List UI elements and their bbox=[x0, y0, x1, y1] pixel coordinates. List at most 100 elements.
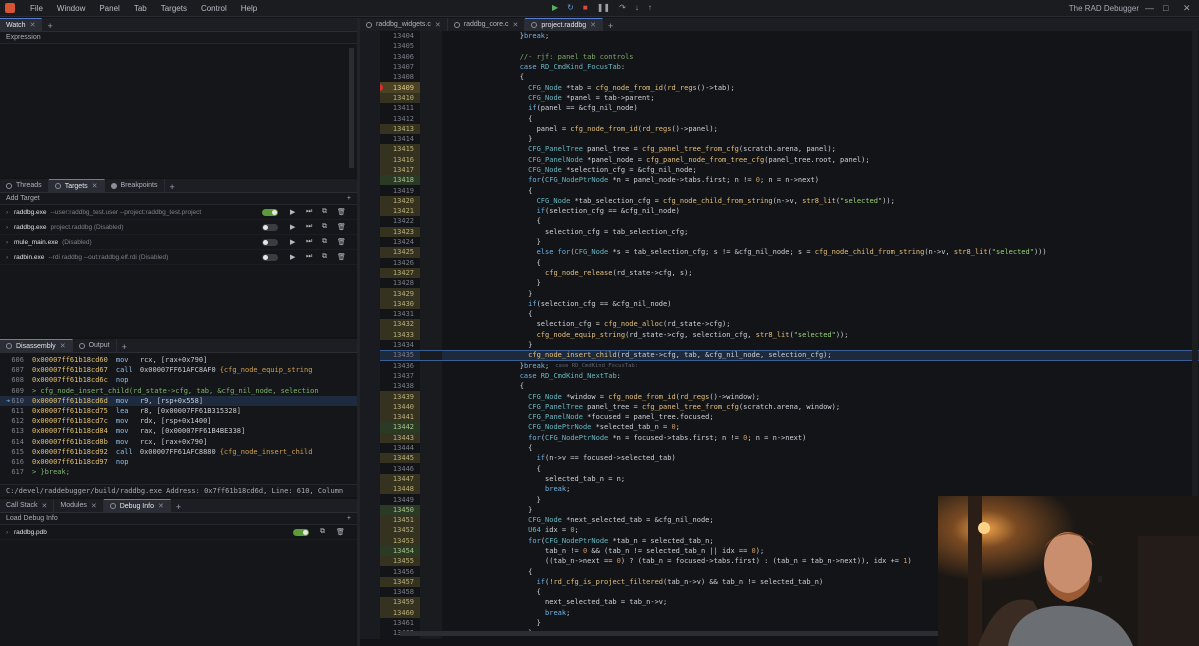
tab-watch[interactable]: Watch ✕ bbox=[0, 18, 43, 31]
trash-icon[interactable]: 🗑 bbox=[337, 223, 346, 231]
launch-icon[interactable]: ▶ bbox=[290, 208, 295, 216]
add-tab-icon[interactable]: + bbox=[165, 182, 180, 192]
launch-icon[interactable]: ▶ bbox=[290, 253, 295, 261]
add-tab-icon[interactable]: + bbox=[171, 502, 186, 512]
code-line[interactable]: 13440 CFG_PanelTree panel_tree = cfg_pan… bbox=[360, 401, 1199, 412]
menu-help[interactable]: Help bbox=[234, 4, 264, 13]
debug-info-item[interactable]: › raddbg.pdb ⧉ 🗑 bbox=[0, 525, 357, 540]
code-line[interactable]: 13432 selection_cfg = cfg_node_alloc(rd_… bbox=[360, 319, 1199, 330]
tab-breakpoints[interactable]: Breakpoints bbox=[104, 179, 165, 192]
menu-panel[interactable]: Panel bbox=[92, 4, 126, 13]
copy-icon[interactable]: ⧉ bbox=[322, 238, 327, 246]
enable-toggle[interactable] bbox=[262, 209, 278, 216]
code-line[interactable]: 13426 { bbox=[360, 257, 1199, 268]
target-item[interactable]: › raddbg.exe project.raddbg (Disabled) ▶… bbox=[0, 220, 357, 235]
disassembly-row[interactable]: 613 0x00007ff61b18cd84 mov rax, [0x00007F… bbox=[0, 426, 357, 436]
chevron-right-icon[interactable]: › bbox=[6, 224, 14, 231]
close-window-icon[interactable]: ✕ bbox=[1183, 3, 1191, 14]
code-line[interactable]: 13438 { bbox=[360, 381, 1199, 392]
disassembly-row[interactable]: 611 0x00007ff61b18cd75 lea r8, [0x00007FF… bbox=[0, 406, 357, 416]
close-icon[interactable]: ✕ bbox=[590, 21, 596, 29]
code-line[interactable]: ➔13435 cfg_node_insert_child(rd_state->c… bbox=[360, 350, 1199, 361]
watch-scrollbar[interactable] bbox=[349, 48, 354, 168]
add-tab-icon[interactable]: + bbox=[603, 21, 618, 31]
run-icon[interactable]: ▶ bbox=[552, 3, 558, 12]
code-line[interactable]: 13417 CFG_Node *selection_cfg = &cfg_nil… bbox=[360, 164, 1199, 176]
chevron-right-icon[interactable]: › bbox=[6, 239, 14, 246]
disassembly-row[interactable]: ➔ 610 0x00007ff61b18cd6d mov r9, [rsp+0x55… bbox=[0, 395, 357, 406]
code-line[interactable]: 13433 cfg_node_equip_string(rd_state->cf… bbox=[360, 329, 1199, 340]
minimize-icon[interactable]: — bbox=[1145, 3, 1154, 13]
code-line[interactable]: 13444 { bbox=[360, 442, 1199, 454]
tab-call-stack[interactable]: Call Stack ✕ bbox=[0, 499, 55, 512]
disassembly-row[interactable]: 615 0x00007ff61b18cd92 call 0x00007FF61AF… bbox=[0, 447, 357, 457]
close-icon[interactable]: ✕ bbox=[435, 21, 441, 29]
code-line[interactable]: 13439 CFG_Node *window = cfg_node_from_i… bbox=[360, 391, 1199, 402]
enable-toggle[interactable] bbox=[262, 254, 278, 261]
enable-toggle[interactable] bbox=[262, 239, 278, 246]
copy-icon[interactable]: ⧉ bbox=[322, 253, 327, 261]
code-line[interactable]: 13405 bbox=[360, 41, 1199, 52]
code-line[interactable]: 13420 CFG_Node *tab_selection_cfg = cfg_… bbox=[360, 195, 1199, 207]
plus-icon[interactable]: + bbox=[347, 515, 351, 522]
menu-control[interactable]: Control bbox=[194, 4, 234, 13]
code-line[interactable]: 13431 { bbox=[360, 309, 1199, 320]
pause-icon[interactable]: ❚❚ bbox=[597, 3, 610, 12]
code-line[interactable]: 13428 } bbox=[360, 278, 1199, 289]
restart-icon[interactable]: ↻ bbox=[567, 3, 574, 12]
disassembly-row[interactable]: 606 0x00007ff61b18cd60 mov rcx, [rax+0x79… bbox=[0, 355, 357, 365]
tab-project-raddbg[interactable]: project.raddbg ✕ bbox=[525, 18, 604, 31]
code-line[interactable]: 13421 if(selection_cfg == &cfg_nil_node) bbox=[360, 206, 1199, 217]
code-line[interactable]: 13411 if(panel == &cfg_nil_node) bbox=[360, 103, 1199, 114]
launch-icon[interactable]: ▶ bbox=[290, 238, 295, 246]
code-line[interactable]: 13415 CFG_PanelTree panel_tree = cfg_pan… bbox=[360, 144, 1199, 155]
code-line[interactable]: 13416 CFG_PanelNode *panel_node = cfg_pa… bbox=[360, 154, 1199, 165]
menu-file[interactable]: File bbox=[23, 4, 50, 13]
launch-icon[interactable]: ▶ bbox=[290, 223, 295, 231]
editor-gutter[interactable] bbox=[360, 31, 380, 639]
target-item[interactable]: › radbin.exe --rdi raddbg --out:raddbg.e… bbox=[0, 250, 357, 265]
code-line[interactable]: 13430 if(selection_cfg == &cfg_nil_node) bbox=[360, 298, 1199, 310]
code-line[interactable]: 13406 //- rjf: panel tab controls bbox=[360, 51, 1199, 62]
code-line[interactable]: 13422 { bbox=[360, 216, 1199, 227]
code-line[interactable]: 13448 break; bbox=[360, 484, 1199, 495]
code-line[interactable]: 13442 CFG_NodePtrNode *selected_tab_n = … bbox=[360, 422, 1199, 433]
step-into-icon[interactable]: ⏭ bbox=[306, 253, 312, 261]
load-debug-info-button[interactable]: Load Debug Info + bbox=[0, 513, 357, 525]
chevron-right-icon[interactable]: › bbox=[6, 254, 14, 261]
disassembly-row[interactable]: 616 0x00007ff61b18cd97 nop bbox=[0, 457, 357, 467]
code-line[interactable]: 13434 } bbox=[360, 339, 1199, 351]
stop-icon[interactable]: ■ bbox=[583, 3, 588, 12]
close-icon[interactable]: ✕ bbox=[60, 342, 66, 350]
add-tab-icon[interactable]: + bbox=[42, 21, 57, 31]
close-icon[interactable]: ✕ bbox=[42, 502, 48, 510]
copy-icon[interactable]: ⧉ bbox=[322, 208, 327, 216]
code-line[interactable]: 13419 { bbox=[360, 185, 1199, 196]
disassembly-row[interactable]: 614 0x00007ff61b18cd8b mov rcx, [rax+0x79… bbox=[0, 437, 357, 447]
tab-output[interactable]: Output bbox=[72, 339, 117, 352]
code-line[interactable]: 13443 for(CFG_NodePtrNode *n = focused->… bbox=[360, 432, 1199, 443]
code-line[interactable]: 13409 CFG_Node *tab = cfg_node_from_id(r… bbox=[360, 82, 1199, 93]
step-into-icon[interactable]: ⏭ bbox=[306, 208, 312, 216]
step-into-icon[interactable]: ↓ bbox=[635, 3, 639, 12]
code-line[interactable]: 13437 case RD_CmdKind_NextTab: bbox=[360, 370, 1199, 382]
code-line[interactable]: 13408 { bbox=[360, 72, 1199, 83]
add-tab-icon[interactable]: + bbox=[117, 342, 132, 352]
code-line[interactable]: 13413 panel = cfg_node_from_id(rd_regs()… bbox=[360, 123, 1199, 134]
code-line[interactable]: 13446 { bbox=[360, 463, 1199, 474]
code-line[interactable]: 13423 selection_cfg = tab_selection_cfg; bbox=[360, 226, 1199, 237]
code-line[interactable]: 13441 CFG_PanelNode *focused = panel_tre… bbox=[360, 411, 1199, 423]
step-over-icon[interactable]: ↷ bbox=[619, 3, 626, 12]
menu-tab[interactable]: Tab bbox=[127, 4, 154, 13]
code-line[interactable]: 13425 else for(CFG_Node *s = tab_selecti… bbox=[360, 247, 1199, 258]
enable-toggle[interactable] bbox=[262, 224, 278, 231]
add-target-button[interactable]: Add Target + bbox=[0, 193, 357, 205]
code-line[interactable]: 13424 } bbox=[360, 236, 1199, 248]
step-into-icon[interactable]: ⏭ bbox=[306, 223, 312, 231]
disassembly-row[interactable]: 609 > cfg_node_insert_child(rd_state->cfg… bbox=[0, 386, 357, 396]
target-item[interactable]: › raddbg.exe --user:raddbg_test.user --p… bbox=[0, 205, 357, 220]
disassembly-row[interactable]: 607 0x00007ff61b18cd67 call 0x00007FF61AF… bbox=[0, 365, 357, 375]
tab-disassembly[interactable]: Disassembly ✕ bbox=[0, 339, 73, 352]
step-into-icon[interactable]: ⏭ bbox=[306, 238, 312, 246]
tab-targets[interactable]: Targets ✕ bbox=[48, 179, 105, 192]
